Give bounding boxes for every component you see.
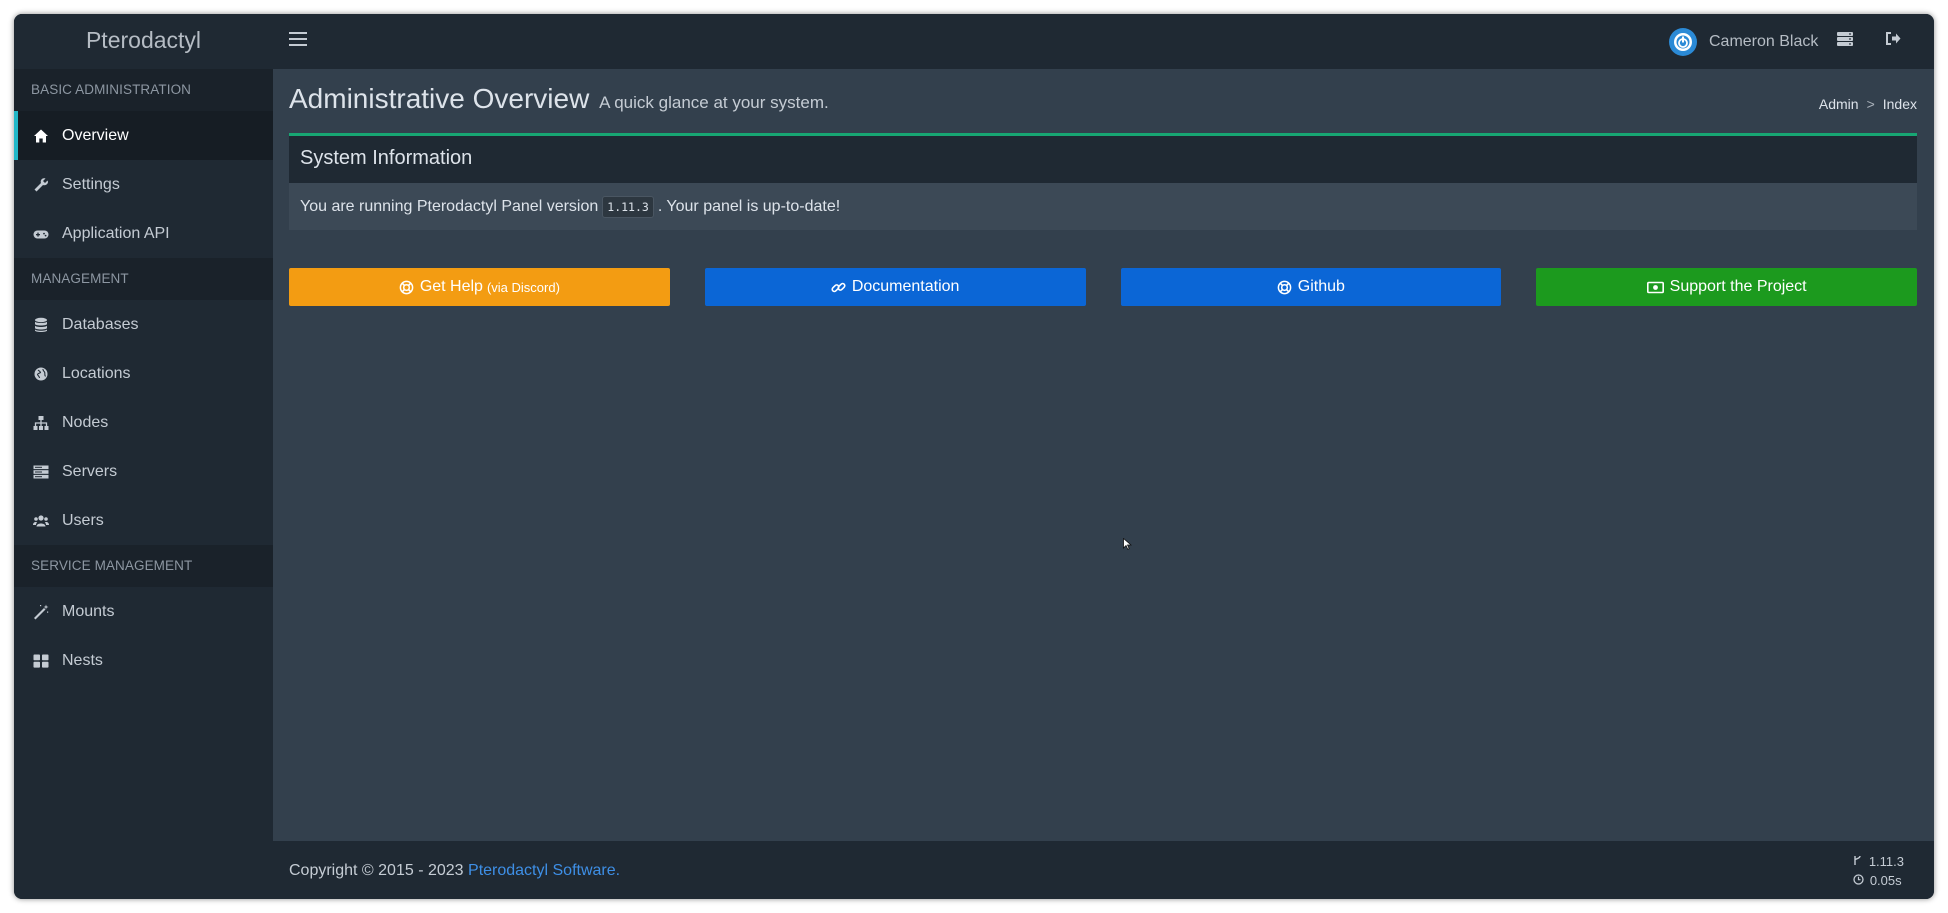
sidebar-item-label: Nodes	[62, 413, 109, 431]
gamepad-icon	[33, 226, 49, 242]
box-body: You are running Pterodactyl Panel versio…	[289, 183, 1917, 230]
version-text-before: You are running Pterodactyl Panel versio…	[300, 197, 599, 215]
get-help-button[interactable]: Get Help (via Discord)	[289, 268, 670, 306]
sidebar-item-application-api[interactable]: Application API	[14, 209, 273, 258]
brand-logo[interactable]: Pterodactyl	[14, 14, 273, 69]
sidebar-item-servers[interactable]: Servers	[14, 447, 273, 496]
page-header: Administrative Overview A quick glance a…	[289, 83, 829, 115]
app-window: Pterodactyl Cameron Black BASIC ADMINIST…	[14, 14, 1934, 899]
page-subtitle: A quick glance at your system.	[599, 93, 829, 112]
sidebar-section-service-management: SERVICE MANAGEMENT	[14, 545, 273, 587]
version-text-after: . Your panel is up-to-date!	[657, 197, 841, 215]
system-information-box: System Information You are running Ptero…	[289, 133, 1917, 230]
server-icon	[33, 464, 49, 480]
support-project-button[interactable]: Support the Project	[1536, 268, 1917, 306]
database-icon	[33, 317, 49, 333]
sidebar-item-label: Overview	[62, 126, 129, 144]
sidebar-item-label: Nests	[62, 651, 103, 669]
button-label: Documentation	[851, 278, 960, 295]
link-icon	[831, 280, 846, 295]
sidebar-item-label: Application API	[62, 224, 170, 242]
sidebar-item-nodes[interactable]: Nodes	[14, 398, 273, 447]
button-label: Github	[1297, 278, 1345, 295]
magic-icon	[33, 604, 49, 620]
life-ring-icon	[399, 280, 414, 295]
sidebar-item-databases[interactable]: Databases	[14, 300, 273, 349]
breadcrumb-separator: >	[1866, 96, 1875, 112]
version-info: 1.11.3 0.05s	[1853, 852, 1904, 890]
code-fork-icon	[1853, 852, 1863, 871]
page-title: Administrative Overview	[289, 83, 590, 114]
money-icon	[1646, 281, 1664, 294]
sitemap-icon	[33, 415, 49, 431]
power-icon	[1669, 28, 1697, 56]
version-code: 1.11.3	[602, 195, 654, 218]
sidebar-item-label: Locations	[62, 364, 131, 382]
button-label: Get Help	[419, 278, 483, 295]
logout-icon[interactable]	[1886, 32, 1901, 50]
sidebar-section-management: MANAGEMENT	[14, 258, 273, 300]
sidebar-item-nests[interactable]: Nests	[14, 636, 273, 685]
globe-icon	[33, 366, 49, 382]
footer: Copyright © 2015 - 2023 Pterodactyl Soft…	[273, 841, 1934, 899]
sidebar-item-mounts[interactable]: Mounts	[14, 587, 273, 636]
life-ring-icon	[1277, 280, 1292, 295]
sidebar-toggle-menu-icon[interactable]	[289, 32, 307, 50]
button-label: Support the Project	[1669, 278, 1807, 295]
sidebar-item-label: Databases	[62, 315, 139, 333]
footer-version: 1.11.3	[1868, 854, 1904, 869]
home-icon	[33, 128, 49, 144]
sidebar-item-locations[interactable]: Locations	[14, 349, 273, 398]
breadcrumb: Admin > Index	[1819, 96, 1917, 112]
sidebar-section-basic-administration: BASIC ADMINISTRATION	[14, 69, 273, 111]
user-menu[interactable]: Cameron Black	[1669, 28, 1818, 56]
mouse-pointer-icon	[1123, 537, 1133, 555]
sidebar-item-overview[interactable]: Overview	[14, 111, 273, 160]
breadcrumb-current: Index	[1882, 96, 1917, 112]
sidebar-item-settings[interactable]: Settings	[14, 160, 273, 209]
action-buttons: Get Help (via Discord) Documentation Git…	[289, 268, 1917, 306]
sidebar: BASIC ADMINISTRATION Overview Settings A…	[14, 69, 273, 899]
sidebar-item-label: Mounts	[62, 602, 115, 620]
users-icon	[33, 513, 49, 529]
top-navbar: Pterodactyl Cameron Black	[14, 14, 1934, 69]
pterodactyl-software-link[interactable]: Pterodactyl Software.	[468, 862, 620, 879]
github-button[interactable]: Github	[1120, 268, 1502, 306]
main-content: Administrative Overview A quick glance a…	[273, 69, 1934, 841]
sidebar-item-users[interactable]: Users	[14, 496, 273, 545]
button-suffix: (via Discord)	[486, 279, 560, 295]
breadcrumb-admin-link[interactable]: Admin	[1819, 96, 1859, 112]
copyright-text: Copyright © 2015 - 2023	[289, 862, 464, 879]
user-name: Cameron Black	[1709, 33, 1819, 50]
wrench-icon	[33, 177, 49, 193]
servers-icon[interactable]	[1837, 32, 1853, 51]
copyright: Copyright © 2015 - 2023 Pterodactyl Soft…	[289, 862, 620, 880]
th-large-icon	[33, 653, 49, 669]
footer-time: 0.05s	[1869, 873, 1902, 888]
documentation-button[interactable]: Documentation	[704, 268, 1086, 306]
box-title: System Information	[289, 136, 1917, 183]
sidebar-item-label: Settings	[62, 175, 120, 193]
sidebar-item-label: Servers	[62, 462, 118, 480]
clock-icon	[1853, 871, 1864, 890]
sidebar-item-label: Users	[62, 511, 104, 529]
